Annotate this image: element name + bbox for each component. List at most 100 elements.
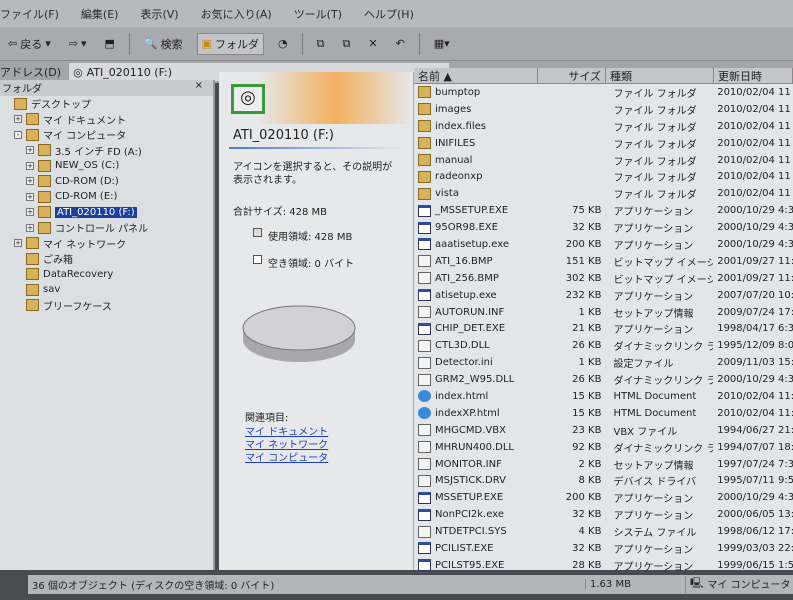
folder-icon (26, 268, 39, 281)
column-date[interactable]: 更新日時 (714, 68, 793, 83)
menu-favorites[interactable]: お気に入り(A) (201, 6, 272, 22)
tree-item[interactable]: + コントロール パネル (0, 220, 213, 236)
file-row[interactable]: Detector.ini 1 KB 設定ファイル 2009/11/03 15:2 (414, 354, 793, 371)
file-name: ATI_256.BMP (435, 272, 499, 284)
file-row[interactable]: GRM2_W95.DLL 26 KB ダイナミックリンク ラ...2000/10/2… (414, 371, 793, 388)
expand-toggle[interactable]: + (26, 177, 34, 186)
forward-button[interactable]: ⇨ ▾ (65, 35, 91, 52)
file-row[interactable]: atisetup.exe 232 KB アプリケーション 2007/07/20 10: (414, 287, 793, 304)
undo-button[interactable]: ↶ (392, 35, 409, 52)
file-name: ATI_16.BMP (435, 255, 493, 267)
file-icon (418, 474, 431, 487)
expand-toggle[interactable]: + (26, 161, 34, 170)
tree-item[interactable]: sav (0, 282, 213, 298)
file-name: bumptop (435, 86, 481, 98)
cd-drive-icon: ◎ (73, 65, 83, 79)
expand-toggle[interactable]: + (26, 223, 34, 232)
tree-item[interactable]: + CD-ROM (D:) (0, 174, 213, 190)
tree-item[interactable]: - マイ コンピュータ (0, 127, 213, 143)
tree-item[interactable]: デスクトップ (0, 96, 213, 112)
menu-edit[interactable]: 編集(E) (81, 6, 119, 22)
views-button[interactable]: ▦▾ (430, 35, 454, 52)
back-arrow-icon: ⇦ (8, 37, 18, 50)
expand-toggle[interactable]: - (14, 130, 22, 139)
expand-toggle[interactable]: + (14, 239, 22, 248)
tree-item[interactable]: +3.5 インチ FD (A:) (0, 143, 213, 159)
up-folder-button[interactable]: ⬒ (101, 35, 119, 52)
file-row[interactable]: indexXP.html 15 KB HTML Document 2010/02/04… (414, 405, 793, 422)
file-row[interactable]: MSJSTICK.DRV 8 KB デバイス ドライバ 1995/07/11 9:50 (414, 472, 793, 489)
expand-toggle[interactable]: + (14, 115, 22, 124)
tree-item[interactable]: + マイ ネットワーク (0, 236, 213, 252)
tree-item[interactable]: + CD-ROM (E:) (0, 189, 213, 205)
delete-button[interactable]: ✕ (364, 35, 381, 52)
file-row[interactable]: MONITOR.INF 2 KB セットアップ情報 1997/07/24 7:33 (414, 456, 793, 473)
file-row[interactable]: PCILST95.EXE 28 KB アプリケーション 1999/06/15 1:51 (414, 557, 793, 574)
copy-to-button[interactable]: ⧉ (338, 35, 354, 53)
file-row[interactable]: NonPCI2k.exe 32 KB アプリケーション 2000/06/05 13:5… (414, 506, 793, 523)
folder-icon (14, 97, 27, 110)
expand-toggle[interactable]: + (26, 208, 34, 217)
tree-item-label: 3.5 インチ FD (A:) (55, 146, 142, 158)
search-icon: 🔍 (143, 37, 158, 50)
file-size: 8 KB (578, 475, 602, 487)
file-row[interactable]: MHGCMD.VBX 23 KB VBX ファイル 1994/06/27 21:3 (414, 422, 793, 439)
file-row[interactable]: images ファイル フォルダ 2010/02/04 11 (414, 101, 793, 118)
expand-toggle[interactable]: + (26, 192, 34, 201)
file-size: 32 KB (572, 542, 602, 554)
file-size: 26 KB (572, 340, 602, 352)
file-row[interactable]: PCILIST.EXE 32 KB アプリケーション 1999/03/03 22:10 (414, 540, 793, 557)
file-icon (418, 424, 431, 437)
file-row[interactable]: ATI_256.BMP 302 KB ビットマップ イメージ 2001/09/27 1… (414, 270, 793, 287)
file-row[interactable]: vista ファイル フォルダ 2010/02/04 11 (414, 185, 793, 202)
file-row[interactable]: manual ファイル フォルダ 2010/02/04 11 (414, 152, 793, 169)
link-my-network[interactable]: マイ ネットワーク (245, 440, 328, 451)
tree-item[interactable]: ごみ箱 (0, 251, 213, 267)
link-my-documents[interactable]: マイ ドキュメント (245, 427, 328, 438)
search-button[interactable]: 🔍 検索 (140, 34, 187, 54)
file-row[interactable]: AUTORUN.INF 1 KB セットアップ情報 2009/07/24 17:0 (414, 304, 793, 321)
column-name[interactable]: 名前 ▲ (414, 68, 538, 83)
move-to-button[interactable]: ⧉ (313, 35, 329, 53)
tree-item[interactable]: DataRecovery (0, 267, 213, 283)
tree-item[interactable]: + マイ ドキュメント (0, 112, 213, 128)
file-row[interactable]: _MSSETUP.EXE 75 KB アプリケーション 2000/10/29 4:3 (414, 202, 793, 219)
folder-icon (418, 137, 431, 150)
file-row[interactable]: CTL3D.DLL 26 KB ダイナミックリンク ラ...1995/12/09 8… (414, 337, 793, 354)
link-my-computer[interactable]: マイ コンピュータ (245, 453, 328, 464)
tree-item[interactable]: ブリーフケース (0, 298, 213, 314)
file-row[interactable]: bumptop ファイル フォルダ 2010/02/04 11 (414, 84, 793, 101)
exe-icon (418, 508, 431, 521)
column-size[interactable]: サイズ (538, 68, 606, 83)
file-row[interactable]: MSSETUP.EXE 200 KB アプリケーション 2000/10/29 4:34 (414, 489, 793, 506)
folder-icon (418, 103, 431, 116)
file-row[interactable]: INIFILES ファイル フォルダ 2010/02/04 11 (414, 135, 793, 152)
file-date: 2009/11/03 15:2 (717, 357, 793, 369)
tree-item[interactable]: + ATI_020110 (F:) (0, 205, 213, 221)
menu-file[interactable]: ファイル(F) (0, 6, 59, 22)
menu-tools[interactable]: ツール(T) (294, 6, 342, 22)
menu-help[interactable]: ヘルプ(H) (364, 6, 414, 22)
file-row[interactable]: MHRUN400.DLL 92 KB ダイナミックリンク ラ...1994/07/0… (414, 439, 793, 456)
close-pane-button[interactable]: × (195, 80, 203, 96)
file-name: MSJSTICK.DRV (435, 475, 506, 487)
file-row[interactable]: index.files ファイル フォルダ 2010/02/04 11 (414, 118, 793, 135)
column-type[interactable]: 種類 (606, 68, 714, 83)
menu-view[interactable]: 表示(V) (140, 6, 178, 22)
column-header: 名前 ▲ サイズ 種類 更新日時 (414, 68, 793, 84)
tree-item-label: コントロール パネル (55, 224, 149, 236)
tree-item[interactable]: + NEW_OS (C:) (0, 158, 213, 174)
expand-toggle[interactable]: + (26, 146, 34, 155)
file-row[interactable]: aaatisetup.exe 200 KB アプリケーション 2000/10/29 4… (414, 236, 793, 253)
file-row[interactable]: 95OR98.EXE 32 KB アプリケーション 2000/10/29 4:3 (414, 219, 793, 236)
file-date: 1997/07/24 7:33 (717, 458, 793, 470)
file-row[interactable]: NTDETPCI.SYS 4 KB システム ファイル 1998/06/12 17:0… (414, 523, 793, 540)
file-row[interactable]: radeonxp ファイル フォルダ 2010/02/04 11 (414, 168, 793, 185)
file-type: ファイル フォルダ (613, 173, 697, 185)
file-row[interactable]: CHIP_DET.EXE 21 KB アプリケーション 1998/04/17 6:37 (414, 320, 793, 337)
history-button[interactable]: ◔ (274, 35, 292, 52)
folders-button[interactable]: ▣ フォルダ (196, 32, 265, 55)
file-row[interactable]: index.html 15 KB HTML Document 2010/02/04 1… (414, 388, 793, 405)
file-row[interactable]: ATI_16.BMP 151 KB ビットマップ イメージ 2001/09/27 11… (414, 253, 793, 270)
back-button[interactable]: ⇦ 戻る ▾ (4, 34, 55, 54)
